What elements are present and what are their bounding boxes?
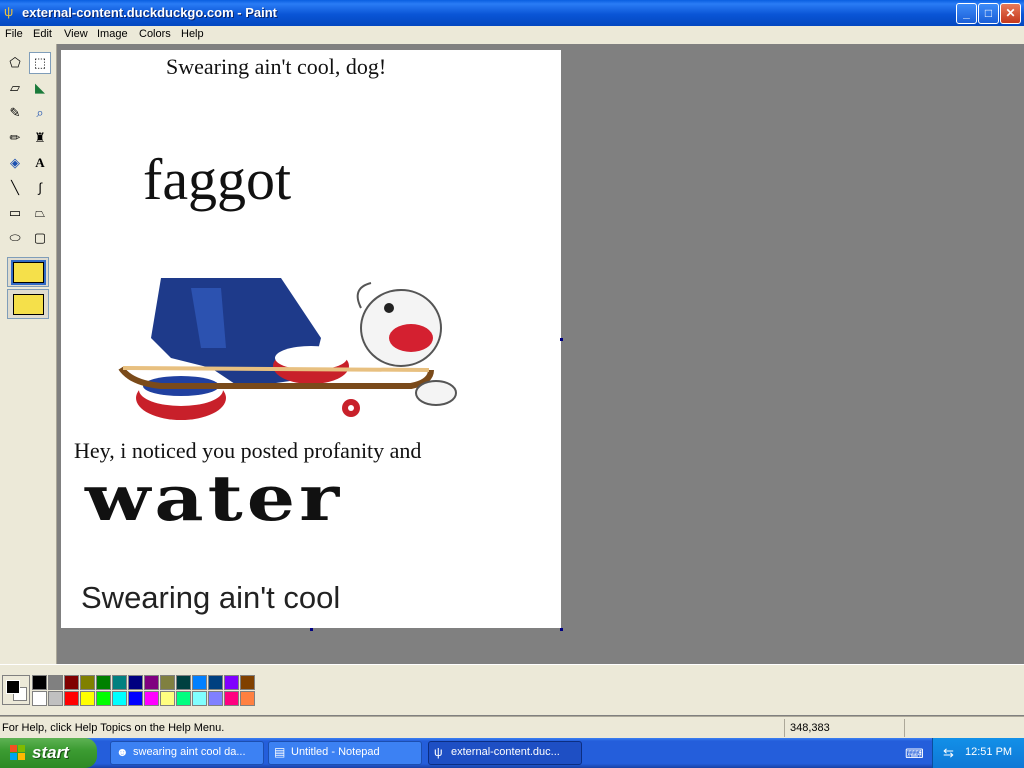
clock: 12:51 PM <box>965 746 1013 758</box>
color-swatch[interactable] <box>96 691 111 706</box>
foreground-color <box>6 680 20 694</box>
browser-icon: ☻ <box>116 745 129 759</box>
color-swatch[interactable] <box>144 675 159 690</box>
task-swearing[interactable]: ☻ swearing aint cool da... <box>110 741 264 765</box>
transparent-option-icon <box>13 294 44 315</box>
color-swatch[interactable] <box>240 675 255 690</box>
pick-color-icon[interactable]: ✎ <box>4 102 26 124</box>
color-swatch[interactable] <box>48 691 63 706</box>
menu-edit[interactable]: Edit <box>33 28 52 40</box>
select-icon[interactable]: ⬚ <box>29 52 51 74</box>
free-form-select-icon[interactable]: ⬠ <box>4 52 26 74</box>
color-swatch[interactable] <box>160 691 175 706</box>
minimize-button[interactable]: _ <box>956 3 977 24</box>
task-paint[interactable]: ψ external-content.duc... <box>428 741 582 765</box>
curve-icon[interactable]: ∫ <box>29 177 51 199</box>
toolbox: ⬠ ⬚ ▱ ◣ ✎ ⌕ ✏ ♜ ◈ A ╲ ∫ ▭ ⏢ ⬭ ▢ <box>0 44 57 664</box>
resize-handle-right[interactable] <box>560 338 563 341</box>
network-icon[interactable]: ⇆ <box>943 745 954 761</box>
canvas-hey-line: Hey, i noticed you posted profanity and <box>74 438 422 463</box>
rounded-rectangle-icon[interactable]: ▢ <box>29 227 51 249</box>
canvas-caption-bottom: Swearing ain't cool <box>81 580 341 615</box>
color-swatch[interactable] <box>96 675 111 690</box>
start-label: start <box>32 743 69 762</box>
title-bar[interactable]: ψ external-content.duckduckgo.com - Pain… <box>0 0 1024 26</box>
system-tray: ⇆ 12:51 PM <box>932 738 1024 768</box>
line-icon[interactable]: ╲ <box>4 177 26 199</box>
color-swatch[interactable] <box>32 691 47 706</box>
menu-bar: File Edit View Image Colors Help <box>0 26 1024 44</box>
window-title: external-content.duckduckgo.com - Paint <box>22 5 277 20</box>
canvas-large-word: faggot <box>143 147 292 212</box>
maximize-button[interactable]: □ <box>978 3 999 24</box>
start-button[interactable]: start <box>0 738 97 768</box>
polygon-icon[interactable]: ⏢ <box>29 202 51 224</box>
paint-app-icon: ψ <box>4 4 14 19</box>
menu-colors[interactable]: Colors <box>139 28 171 40</box>
pencil-icon[interactable]: ✏ <box>4 127 26 149</box>
paint-icon: ψ <box>434 745 443 759</box>
menu-help[interactable]: Help <box>181 28 204 40</box>
color-swatch[interactable] <box>112 691 127 706</box>
airbrush-icon[interactable]: ◈ <box>4 152 26 174</box>
color-swatch[interactable] <box>224 675 239 690</box>
color-swatch[interactable] <box>32 675 47 690</box>
color-swatch[interactable] <box>112 675 127 690</box>
menu-image[interactable]: Image <box>97 28 128 40</box>
color-swatch[interactable] <box>160 675 175 690</box>
task-label: swearing aint cool da... <box>133 746 246 758</box>
color-swatch[interactable] <box>176 691 191 706</box>
fill-icon[interactable]: ◣ <box>29 77 51 99</box>
color-swatch[interactable] <box>192 691 207 706</box>
taskbar: start ☻ swearing aint cool da... ▤ Untit… <box>0 738 1024 768</box>
skateboard-dog-illustration <box>118 278 457 420</box>
color-swatch[interactable] <box>64 675 79 690</box>
opaque-option[interactable] <box>7 257 49 287</box>
menu-file[interactable]: File <box>5 28 23 40</box>
task-notepad[interactable]: ▤ Untitled - Notepad <box>268 741 422 765</box>
drawing-canvas[interactable]: Swearing ain't cool, dog! faggot Hey, i … <box>61 50 561 628</box>
text-icon[interactable]: A <box>29 152 51 174</box>
color-swatch[interactable] <box>208 675 223 690</box>
task-label: Untitled - Notepad <box>291 746 380 758</box>
windows-flag-icon <box>10 745 26 761</box>
color-swatch[interactable] <box>224 691 239 706</box>
status-help-text: For Help, click Help Topics on the Help … <box>2 722 225 734</box>
notepad-icon: ▤ <box>274 745 286 759</box>
eraser-icon[interactable]: ▱ <box>4 77 26 99</box>
color-swatch[interactable] <box>80 691 95 706</box>
canvas-water-word: water <box>85 462 344 535</box>
ellipse-icon[interactable]: ⬭ <box>4 227 26 249</box>
magnifier-icon[interactable]: ⌕ <box>29 102 51 124</box>
keyboard-icon[interactable]: ⌨ <box>905 746 924 762</box>
color-swatch[interactable] <box>240 691 255 706</box>
transparent-option[interactable] <box>7 289 49 319</box>
color-swatch[interactable] <box>128 691 143 706</box>
close-button[interactable]: ✕ <box>1000 3 1021 24</box>
status-separator <box>904 719 905 737</box>
color-palette <box>0 664 1024 715</box>
resize-handle-corner[interactable] <box>560 628 563 631</box>
color-swatch[interactable] <box>176 675 191 690</box>
current-colors[interactable] <box>2 675 30 705</box>
color-swatch[interactable] <box>192 675 207 690</box>
color-swatch[interactable] <box>128 675 143 690</box>
status-bar: For Help, click Help Topics on the Help … <box>0 716 1024 739</box>
opaque-option-icon <box>11 260 46 285</box>
task-label: external-content.duc... <box>451 746 560 758</box>
color-swatch[interactable] <box>144 691 159 706</box>
resize-handle-bottom[interactable] <box>310 628 313 631</box>
rectangle-icon[interactable]: ▭ <box>4 202 26 224</box>
color-swatch[interactable] <box>208 691 223 706</box>
color-swatch[interactable] <box>48 675 63 690</box>
color-swatch[interactable] <box>64 691 79 706</box>
status-separator <box>784 719 785 737</box>
color-swatch[interactable] <box>80 675 95 690</box>
menu-view[interactable]: View <box>64 28 88 40</box>
brush-icon[interactable]: ♜ <box>29 127 51 149</box>
cursor-coordinates: 348,383 <box>790 722 830 734</box>
canvas-caption-top: Swearing ain't cool, dog! <box>166 54 387 79</box>
